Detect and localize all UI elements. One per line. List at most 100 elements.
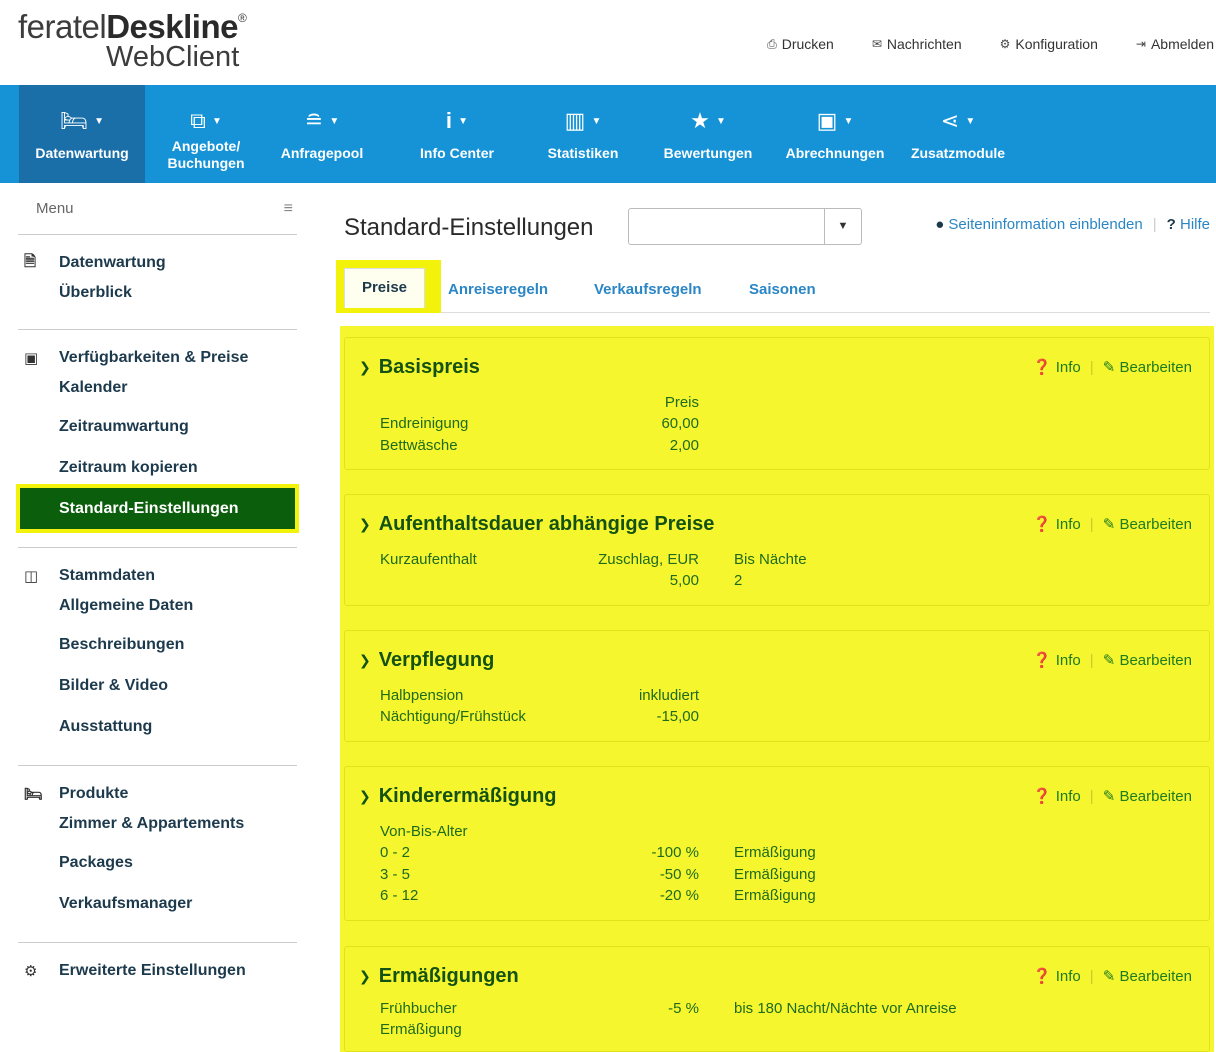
page-info-link[interactable]: ● Seiteninformation einblenden bbox=[935, 216, 1143, 233]
row-value: -100 % bbox=[651, 844, 699, 861]
info-link[interactable]: ❓ Info bbox=[1033, 358, 1081, 376]
hamburger-icon[interactable]: ≡ bbox=[284, 200, 293, 218]
logout-link[interactable]: ⇥ Abmelden bbox=[1136, 36, 1214, 52]
panel-basispreis: ❯ Basispreis ❓ Info | ✎ Bearbeiten Preis … bbox=[344, 337, 1210, 470]
edit-link[interactable]: ✎ Bearbeiten bbox=[1103, 651, 1192, 669]
sidebar-item-beschreibungen[interactable]: Beschreibungen bbox=[18, 624, 297, 665]
tab-anreiseregeln[interactable]: Anreiseregeln bbox=[448, 266, 548, 313]
info-link[interactable]: ❓ Info bbox=[1033, 651, 1081, 669]
panel-title[interactable]: ❯ Ermäßigungen bbox=[359, 965, 519, 988]
nav-label: Angebote/Buchungen bbox=[150, 138, 262, 172]
nav-anfragepool[interactable]: ≘ ▼ Anfragepool bbox=[268, 85, 376, 183]
caret-down-icon: ▼ bbox=[458, 116, 469, 128]
nav-bewertungen[interactable]: ★ ▼ Bewertungen bbox=[652, 85, 764, 183]
sidebar-item-zeitraum-kopieren[interactable]: Zeitraum kopieren bbox=[18, 447, 297, 488]
sidebar-item-ueberblick[interactable]: Überblick bbox=[18, 275, 297, 311]
edit-link[interactable]: ✎ Bearbeiten bbox=[1103, 358, 1192, 376]
info-label: Info bbox=[1055, 968, 1081, 985]
edit-label: Bearbeiten bbox=[1119, 359, 1192, 376]
top-links: ⎙ Drucken ✉ Nachrichten ⚙ Konfiguration ⇥ Ab… bbox=[767, 36, 1214, 52]
feratel-logo[interactable]: feratelDeskline® WebClient bbox=[18, 10, 247, 72]
row-label: Ermäßigung bbox=[380, 1021, 462, 1038]
row-value: -20 % bbox=[659, 887, 699, 904]
sidebar-item-standard-einstellungen[interactable]: Standard-Einstellungen bbox=[16, 484, 299, 533]
edit-link[interactable]: ✎ Bearbeiten bbox=[1103, 967, 1192, 985]
nav-zusatzmodule[interactable]: ⋖ ▼ Zusatzmodule bbox=[902, 85, 1014, 183]
sidebar-item-packages[interactable]: Packages bbox=[18, 842, 297, 883]
nav-datenwartung[interactable]: 🛏 ▼ Datenwartung bbox=[19, 85, 145, 183]
sidebar-section-title[interactable]: ▣ Verfügbarkeiten & Preise bbox=[18, 346, 297, 370]
logo-registered-mark: ® bbox=[237, 11, 247, 25]
row-note: Ermäßigung bbox=[734, 887, 816, 904]
tab-saisonen[interactable]: Saisonen bbox=[749, 266, 816, 313]
info-link[interactable]: ❓ Info bbox=[1033, 515, 1081, 533]
row-label: 3 - 5 bbox=[380, 866, 411, 883]
sidebar-item-allgemeine-daten[interactable]: Allgemeine Daten bbox=[18, 588, 297, 624]
row-label: 0 - 2 bbox=[380, 844, 411, 861]
info-link[interactable]: ❓ Info bbox=[1033, 787, 1081, 805]
settings-select[interactable]: ▼ bbox=[628, 208, 862, 245]
sidebar-section-verfuegbarkeiten: ▣ Verfügbarkeiten & Preise Kalender Zeitr… bbox=[16, 330, 299, 548]
panel-title-label: Basispreis bbox=[378, 356, 480, 378]
row-value: -50 % bbox=[659, 866, 699, 883]
money-icon: ▣ bbox=[24, 350, 39, 367]
page-info-bar: ● Seiteninformation einblenden | ? Hilfe bbox=[935, 216, 1210, 233]
edit-link[interactable]: ✎ Bearbeiten bbox=[1103, 515, 1192, 533]
row-value: 2,00 bbox=[669, 437, 699, 454]
info-link[interactable]: ❓ Info bbox=[1033, 967, 1081, 985]
row-label: Bettwäsche bbox=[380, 437, 458, 454]
chevron-down-icon: ❯ bbox=[359, 359, 371, 375]
question-icon: ? bbox=[1166, 216, 1176, 233]
nav-statistiken[interactable]: ▥ ▼ Statistiken bbox=[530, 85, 636, 183]
panel-verpflegung: ❯ Verpflegung ❓ Info | ✎ Bearbeiten Halbp… bbox=[344, 630, 1210, 742]
tab-bar: Preise Anreiseregeln Verkaufsregeln Sais… bbox=[336, 260, 1210, 313]
row-value: inkludiert bbox=[638, 687, 699, 704]
separator: | bbox=[1089, 358, 1094, 376]
sidebar-section-title[interactable]: 🛏 Produkte bbox=[18, 782, 297, 806]
sidebar-item-zimmer-appartements[interactable]: Zimmer & Appartements bbox=[18, 806, 297, 842]
print-label: Drucken bbox=[781, 36, 834, 52]
chevron-down-icon: ❯ bbox=[359, 652, 371, 668]
sidebar-item-ausstattung[interactable]: Ausstattung bbox=[18, 706, 297, 747]
nav-label: Abrechnungen bbox=[785, 145, 885, 161]
bed-icon: 🛏 bbox=[24, 786, 44, 803]
row-label: Kurzaufenthalt bbox=[380, 551, 477, 568]
row-label: Halbpension bbox=[380, 687, 464, 704]
gear-icon: ⚙ bbox=[999, 37, 1011, 51]
sidebar-section-title[interactable]: ◫ Stammdaten bbox=[18, 564, 297, 588]
nav-abrechnungen[interactable]: ▣ ▼ Abrechnungen bbox=[778, 85, 892, 183]
configuration-link[interactable]: ⚙ Konfiguration bbox=[1000, 36, 1098, 52]
info-label: Info bbox=[1055, 359, 1081, 376]
edit-link[interactable]: ✎ Bearbeiten bbox=[1103, 787, 1192, 805]
panel-title[interactable]: ❯ Basispreis bbox=[359, 356, 480, 379]
panel-actions: ❓ Info | ✎ Bearbeiten bbox=[1033, 515, 1192, 534]
panel-title[interactable]: ❯ Verpflegung bbox=[359, 649, 494, 672]
sidebar-section-stammdaten: ◫ Stammdaten Allgemeine Daten Beschreibun… bbox=[18, 548, 297, 766]
separator: | bbox=[1089, 651, 1094, 669]
panel-kinderermaessigung: ❯ Kinderermäßigung ❓ Info | ✎ Bearbeiten … bbox=[344, 766, 1210, 921]
sidebar-section-title[interactable]: ⚙ Erweiterte Einstellungen bbox=[18, 959, 297, 983]
tab-preise[interactable]: Preise bbox=[336, 260, 441, 313]
sidebar-item-kalender[interactable]: Kalender bbox=[18, 370, 297, 406]
messages-link[interactable]: ✉ Nachrichten bbox=[872, 36, 962, 52]
caret-down-icon: ▼ bbox=[843, 116, 854, 128]
help-link[interactable]: ? Hilfe bbox=[1167, 216, 1210, 233]
column-header: Von-Bis-Alter bbox=[380, 823, 468, 840]
nav-info-center[interactable]: i ▼ Info Center bbox=[402, 85, 512, 183]
row-note: bis 180 Nacht/Nächte vor Anreise bbox=[734, 1000, 957, 1017]
print-link[interactable]: ⎙ Drucken bbox=[767, 36, 834, 52]
sidebar-item-verkaufsmanager[interactable]: Verkaufsmanager bbox=[18, 883, 297, 924]
help-label: Hilfe bbox=[1179, 216, 1210, 233]
sidebar-item-bilder-video[interactable]: Bilder & Video bbox=[18, 665, 297, 706]
column-header: Bis Nächte bbox=[734, 551, 807, 568]
panel-title[interactable]: ❯ Kinderermäßigung bbox=[359, 785, 557, 808]
panel-title[interactable]: ❯ Aufenthaltsdauer abhängige Preise bbox=[359, 513, 714, 536]
tab-verkaufsregeln[interactable]: Verkaufsregeln bbox=[594, 266, 702, 313]
separator: | bbox=[1152, 216, 1157, 233]
sidebar-section-title[interactable]: 🗎 Datenwartung bbox=[18, 251, 297, 275]
star-icon: ★ bbox=[690, 108, 710, 133]
sidebar-item-zeitraumwartung[interactable]: Zeitraumwartung bbox=[18, 406, 297, 447]
caret-down-icon[interactable]: ▼ bbox=[824, 209, 861, 244]
nav-angebote-buchungen[interactable]: ⧉ ▼ Angebote/Buchungen bbox=[150, 85, 262, 183]
stack-icon: ≘ bbox=[304, 108, 324, 133]
